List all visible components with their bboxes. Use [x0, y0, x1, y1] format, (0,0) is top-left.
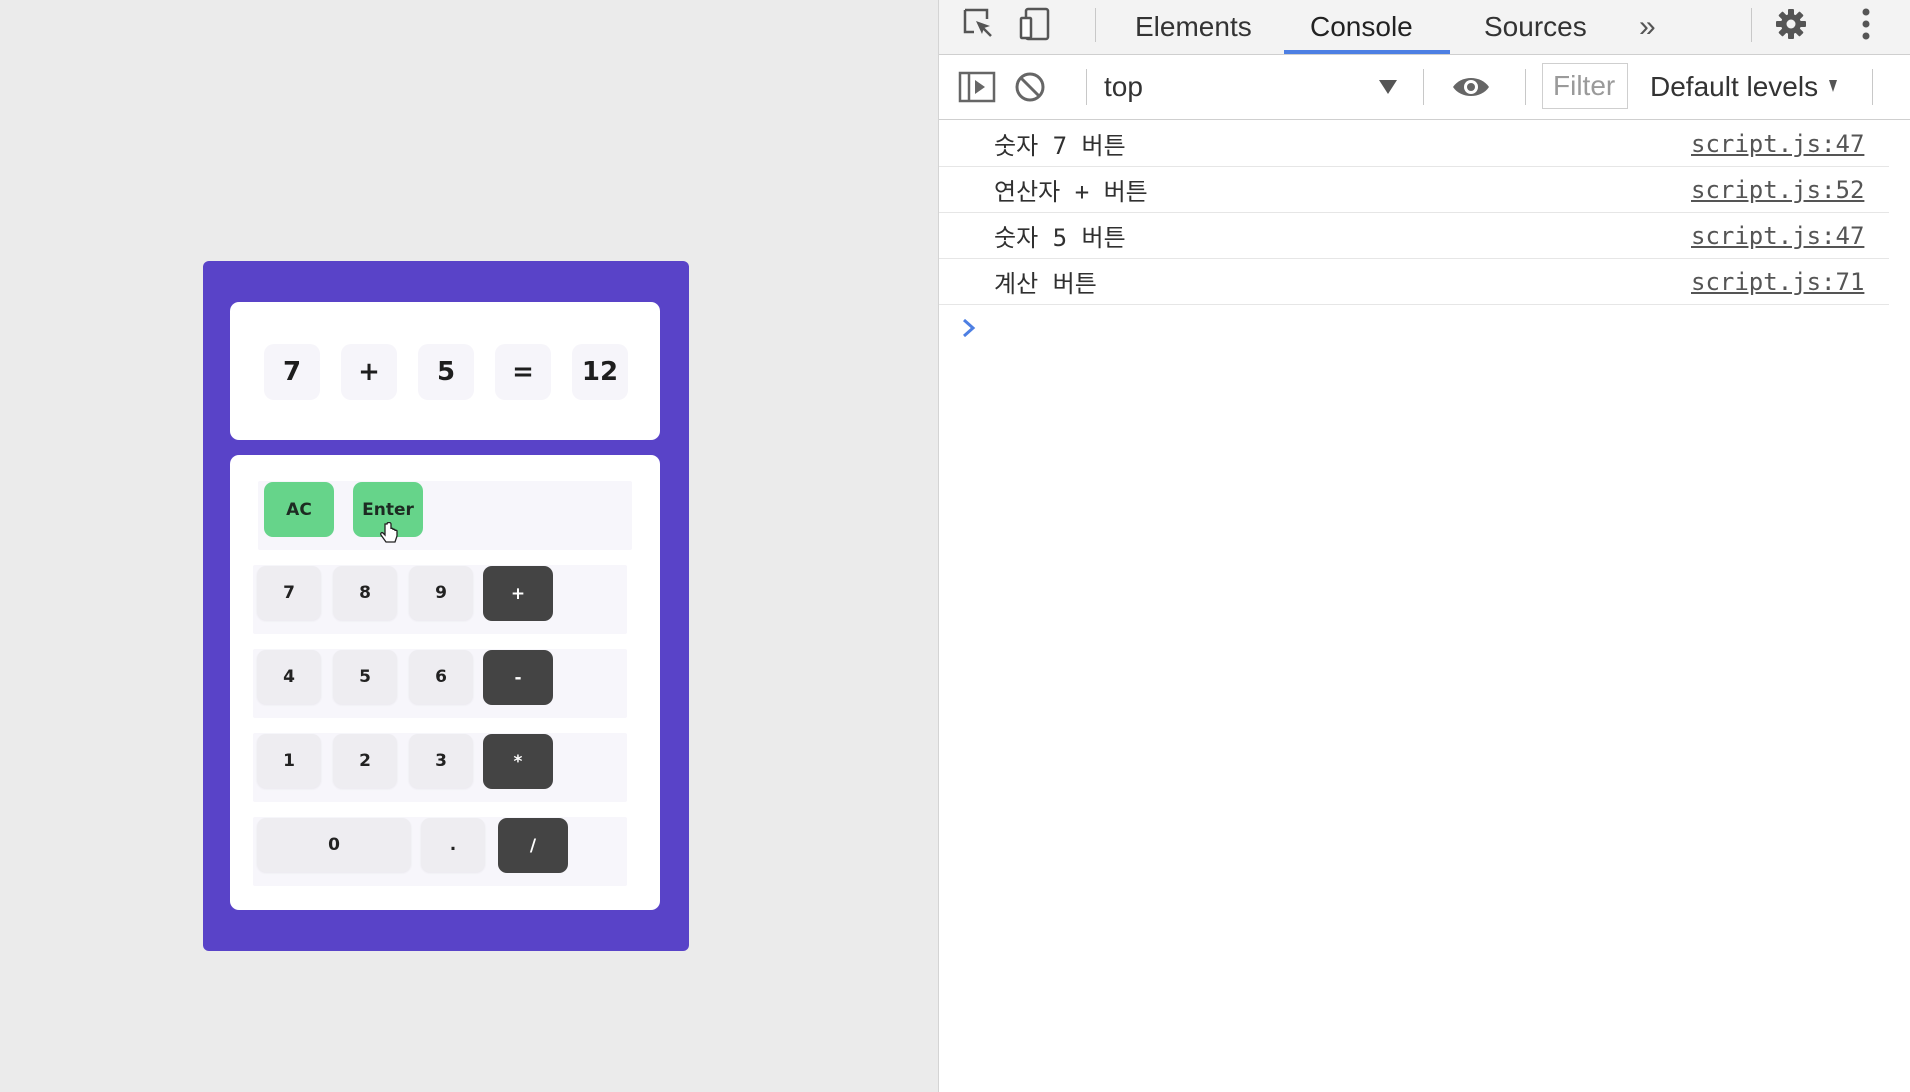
key-2[interactable]: 2 [333, 734, 397, 788]
log-message: 계산 버튼 [994, 270, 1097, 298]
device-toggle-icon[interactable] [1013, 2, 1057, 46]
web-page: 7 + 5 = 12 AC Enter 7 8 9 + 4 5 6 - 1 2 … [0, 0, 938, 1092]
keypad-row-2: 4 5 6 - [253, 649, 627, 718]
tab-sources[interactable]: Sources [1484, 0, 1587, 54]
log-source-link[interactable]: script.js:52 [1691, 167, 1889, 212]
toolbar-divider [1525, 69, 1526, 105]
key-decimal[interactable]: . [421, 818, 485, 872]
hand-cursor-icon [380, 522, 398, 543]
function-row: AC Enter [258, 481, 632, 550]
levels-arrow-icon [1829, 80, 1838, 92]
dropdown-arrow-icon[interactable] [1366, 65, 1410, 109]
log-source-link[interactable]: script.js:47 [1691, 121, 1889, 166]
prompt-chevron-icon[interactable] [959, 316, 979, 340]
tabbar-divider [1095, 8, 1096, 42]
key-divide[interactable]: / [498, 818, 568, 873]
display-operator: + [341, 344, 397, 400]
log-levels-dropdown[interactable]: Default levels [1650, 55, 1840, 119]
console-log-row: 숫자 5 버튼 script.js:47 [939, 213, 1889, 259]
key-4[interactable]: 4 [257, 650, 321, 704]
console-log-row: 연산자 + 버튼 script.js:52 [939, 167, 1889, 213]
log-source-link[interactable]: script.js:47 [1691, 213, 1889, 258]
tabbar-divider [1751, 8, 1752, 42]
console-log-row: 계산 버튼 script.js:71 [939, 259, 1889, 305]
log-message: 숫자 7 버튼 [994, 132, 1126, 160]
key-9[interactable]: 9 [409, 566, 473, 620]
ac-button[interactable]: AC [264, 482, 334, 537]
toolbar-divider [1423, 69, 1424, 105]
display-operand-1: 7 [264, 344, 320, 400]
console-toolbar: top Filter Default levels [939, 55, 1910, 120]
toolbar-divider [1872, 69, 1873, 105]
log-message: 연산자 + 버튼 [994, 178, 1148, 206]
inspect-icon[interactable] [957, 2, 1001, 46]
log-levels-label: Default levels [1650, 71, 1819, 102]
kebab-menu-icon[interactable] [1844, 2, 1888, 46]
settings-icon[interactable] [1769, 2, 1813, 46]
clear-console-icon[interactable] [1008, 65, 1052, 109]
key-6[interactable]: 6 [409, 650, 473, 704]
log-source-link[interactable]: script.js:71 [1691, 259, 1889, 304]
display-equals: = [495, 344, 551, 400]
active-tab-indicator [1284, 50, 1450, 54]
log-message: 숫자 5 버튼 [994, 224, 1126, 252]
calculator: 7 + 5 = 12 AC Enter 7 8 9 + 4 5 6 - 1 2 … [203, 261, 689, 951]
key-0[interactable]: 0 [257, 818, 411, 872]
calculator-display: 7 + 5 = 12 [230, 302, 660, 440]
key-plus[interactable]: + [483, 566, 553, 621]
keypad-row-3: 1 2 3 * [253, 733, 627, 802]
eye-icon[interactable] [1449, 65, 1493, 109]
key-7[interactable]: 7 [257, 566, 321, 620]
keypad-row-1: 7 8 9 + [253, 565, 627, 634]
key-1[interactable]: 1 [257, 734, 321, 788]
more-tabs-button[interactable]: » [1639, 0, 1656, 54]
key-minus[interactable]: - [483, 650, 553, 705]
filter-input[interactable]: Filter [1542, 63, 1628, 109]
key-multiply[interactable]: * [483, 734, 553, 789]
calculator-keypad: AC Enter 7 8 9 + 4 5 6 - 1 2 3 * 0 . / [230, 455, 660, 910]
key-5[interactable]: 5 [333, 650, 397, 704]
tab-elements[interactable]: Elements [1135, 0, 1252, 54]
context-selector[interactable]: top [1104, 55, 1143, 119]
tab-console[interactable]: Console [1310, 0, 1413, 54]
display-operand-2: 5 [418, 344, 474, 400]
key-8[interactable]: 8 [333, 566, 397, 620]
key-3[interactable]: 3 [409, 734, 473, 788]
keypad-row-4: 0 . / [253, 817, 627, 886]
toolbar-divider [1086, 69, 1087, 105]
devtools-tab-bar: Elements Console Sources » [939, 0, 1910, 55]
devtools-panel: Elements Console Sources » top Filter De… [938, 0, 1910, 1092]
display-result: 12 [572, 344, 628, 400]
console-log-row: 숫자 7 버튼 script.js:47 [939, 121, 1889, 167]
sidebar-toggle-icon[interactable] [955, 65, 999, 109]
